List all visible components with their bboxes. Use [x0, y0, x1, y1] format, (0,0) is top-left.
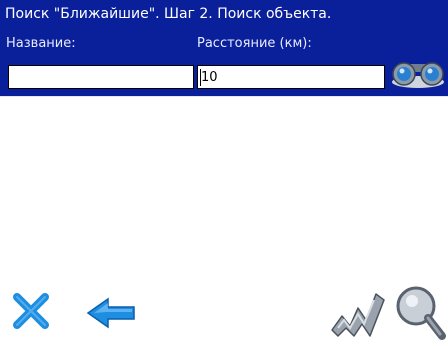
back-arrow-icon	[86, 297, 135, 329]
close-button[interactable]	[12, 292, 50, 330]
map-search-button[interactable]	[394, 284, 448, 342]
route-button[interactable]	[328, 286, 388, 338]
window-title: Поиск "Ближайшие". Шаг 2. Поиск объекта.	[0, 0, 448, 28]
name-input[interactable]	[8, 65, 194, 89]
close-x-icon	[13, 293, 49, 329]
magnifier-pin-icon	[396, 286, 446, 340]
route-icon	[331, 293, 385, 337]
name-label: Название:	[6, 36, 76, 51]
distance-label: Расстояние (км):	[197, 36, 312, 51]
divider	[0, 96, 448, 97]
distance-input[interactable]: 10	[197, 65, 385, 89]
binoculars-icon[interactable]	[390, 54, 446, 90]
back-button[interactable]	[86, 296, 138, 330]
